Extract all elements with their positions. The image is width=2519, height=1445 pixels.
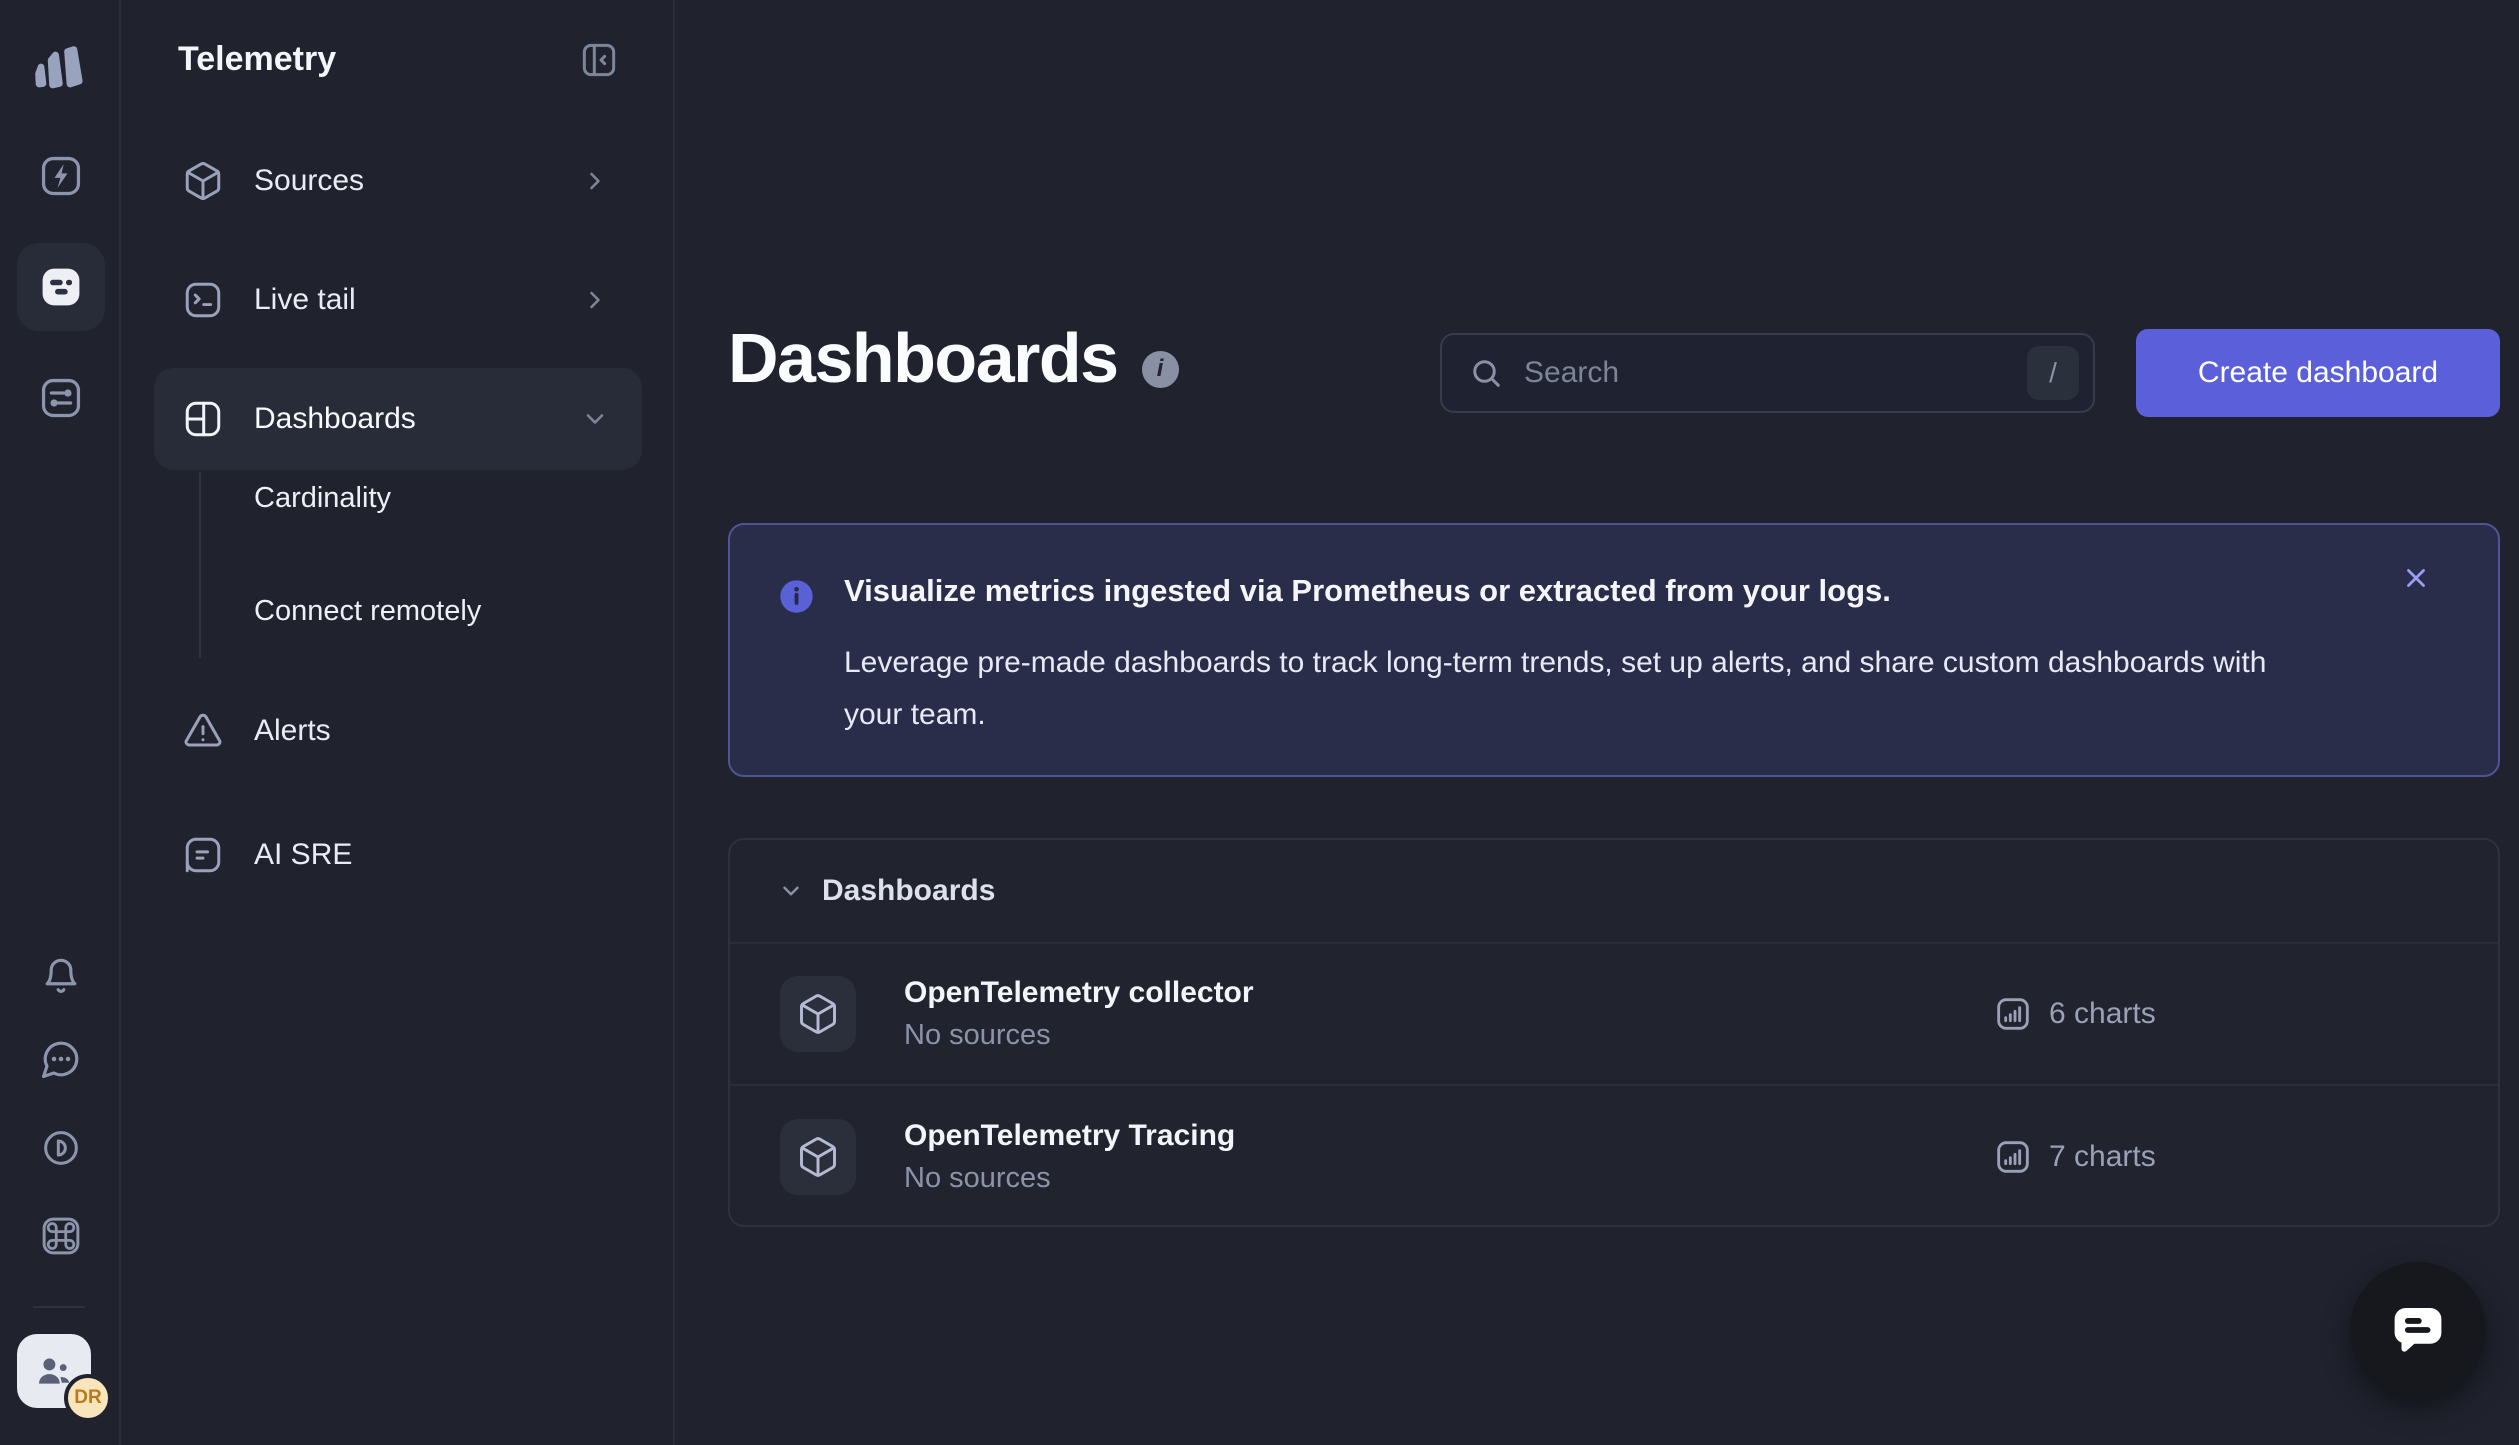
dashboard-row-text: OpenTelemetry collector No sources bbox=[904, 976, 1993, 1052]
search-box: / bbox=[1440, 333, 2095, 413]
info-banner: Visualize metrics ingested via Prometheu… bbox=[728, 523, 2500, 777]
page-title-row: Dashboards i bbox=[728, 318, 1179, 398]
info-icon bbox=[778, 578, 815, 615]
dashboard-subtitle: No sources bbox=[904, 1019, 1993, 1052]
dashboard-subtitle: No sources bbox=[904, 1162, 1993, 1195]
chevron-down-icon bbox=[581, 405, 609, 433]
create-dashboard-button[interactable]: Create dashboard bbox=[2136, 329, 2500, 417]
sidebar-item-label: Live tail bbox=[254, 283, 581, 317]
user-initials: DR bbox=[74, 1387, 101, 1409]
info-glyph: i bbox=[1157, 357, 1164, 381]
dashboard-title: OpenTelemetry collector bbox=[904, 976, 1993, 1010]
mezmo-logo-icon[interactable] bbox=[27, 40, 85, 98]
rail-item-telemetry[interactable] bbox=[17, 243, 105, 331]
message-square-icon bbox=[182, 834, 224, 876]
alert-triangle-icon bbox=[182, 710, 224, 752]
sidebar-item-live-tail[interactable]: Live tail bbox=[154, 249, 642, 351]
charts-count: 7 charts bbox=[2049, 1140, 2156, 1174]
chat-bubble-icon bbox=[2385, 1297, 2451, 1363]
dashboard-grid-icon bbox=[182, 398, 224, 440]
banner-close-button[interactable] bbox=[2394, 556, 2438, 600]
contrast-icon bbox=[41, 1128, 81, 1168]
dashboard-row[interactable]: OpenTelemetry collector No sources 6 cha… bbox=[730, 944, 2498, 1084]
banner-body: Leverage pre-made dashboards to track lo… bbox=[844, 637, 2284, 741]
sidebar-item-label: Dashboards bbox=[254, 402, 581, 436]
rail-item-pipelines[interactable] bbox=[0, 374, 121, 422]
feedback-button[interactable] bbox=[0, 1035, 121, 1083]
command-menu-button[interactable] bbox=[0, 1212, 121, 1260]
dashboard-charts: 7 charts bbox=[1993, 1137, 2448, 1177]
cube-icon bbox=[182, 160, 224, 202]
app-window: DR Telemetry Sources bbox=[0, 0, 2519, 1445]
command-icon bbox=[39, 1214, 83, 1258]
panel-left-close-icon bbox=[579, 40, 619, 80]
sidebar-item-cardinality[interactable]: Cardinality bbox=[254, 450, 634, 546]
chat-fab-button[interactable] bbox=[2350, 1262, 2486, 1398]
dashboard-icon-box bbox=[780, 1119, 856, 1195]
sidebar-item-label: Sources bbox=[254, 164, 581, 198]
divider bbox=[33, 1306, 85, 1308]
section-header-label: Dashboards bbox=[822, 874, 995, 908]
chevron-right-icon bbox=[581, 167, 609, 195]
chevron-down-icon bbox=[778, 878, 804, 904]
cube-icon bbox=[796, 992, 840, 1036]
lightning-icon bbox=[38, 153, 84, 199]
dashboard-icon-box bbox=[780, 976, 856, 1052]
sidebar-item-connect-remotely[interactable]: Connect remotely bbox=[254, 563, 634, 659]
sidebar-subitem-label: Connect remotely bbox=[254, 595, 481, 628]
dashboards-card: Dashboards OpenTelemetry collector No so… bbox=[728, 838, 2500, 1227]
dashboard-row-text: OpenTelemetry Tracing No sources bbox=[904, 1119, 1993, 1195]
collapse-sidebar-button[interactable] bbox=[577, 38, 621, 82]
chevron-right-icon bbox=[581, 286, 609, 314]
pipeline-sliders-icon bbox=[38, 375, 84, 421]
user-initials-badge: DR bbox=[64, 1374, 112, 1422]
info-icon[interactable]: i bbox=[1142, 351, 1179, 388]
terminal-icon bbox=[182, 279, 224, 321]
sidebar-item-label: AI SRE bbox=[254, 838, 609, 872]
charts-count: 6 charts bbox=[2049, 997, 2156, 1031]
sidebar-subitem-label: Cardinality bbox=[254, 482, 391, 515]
page-title: Dashboards bbox=[728, 318, 1118, 398]
dashboard-charts: 6 charts bbox=[1993, 994, 2448, 1034]
dashboard-row[interactable]: OpenTelemetry Tracing No sources 7 chart… bbox=[730, 1084, 2498, 1227]
banner-title: Visualize metrics ingested via Prometheu… bbox=[844, 573, 1891, 609]
theme-contrast-button[interactable] bbox=[0, 1124, 121, 1172]
sidebar-item-ai-sre[interactable]: AI SRE bbox=[154, 804, 642, 906]
bell-icon bbox=[40, 954, 82, 996]
nav-tree-line bbox=[199, 472, 201, 658]
search-input[interactable] bbox=[1522, 355, 2027, 391]
search-shortcut-key: / bbox=[2027, 346, 2079, 400]
sidebar-item-sources[interactable]: Sources bbox=[154, 130, 642, 232]
rail-item-flash[interactable] bbox=[0, 152, 121, 200]
sidebar-item-label: Alerts bbox=[254, 714, 609, 748]
telemetry-logs-icon bbox=[38, 264, 84, 310]
notifications-button[interactable] bbox=[0, 951, 121, 999]
cube-icon bbox=[796, 1135, 840, 1179]
dashboard-title: OpenTelemetry Tracing bbox=[904, 1119, 1993, 1153]
sidebar-item-alerts[interactable]: Alerts bbox=[154, 680, 642, 782]
icon-rail: DR bbox=[0, 0, 121, 1445]
close-icon bbox=[2401, 563, 2431, 593]
sidebar-title: Telemetry bbox=[178, 40, 336, 79]
sidebar: Telemetry Sources bbox=[121, 0, 675, 1445]
dashboards-section-header[interactable]: Dashboards bbox=[730, 840, 2498, 944]
feedback-bubble-icon bbox=[40, 1038, 82, 1080]
bar-chart-icon bbox=[1993, 994, 2033, 1034]
bar-chart-icon bbox=[1993, 1137, 2033, 1177]
search-icon bbox=[1468, 355, 1504, 391]
